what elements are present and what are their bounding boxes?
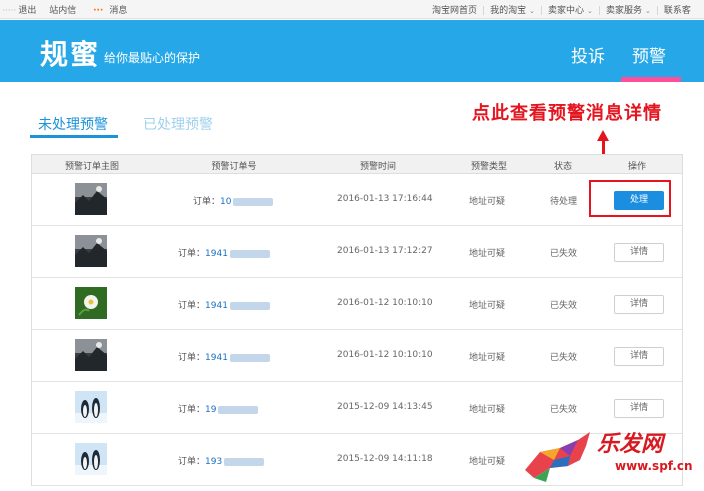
- order-number-cell: 订单：10: [193, 194, 274, 207]
- order-thumbnail[interactable]: [75, 287, 107, 319]
- warning-time: 2015-12-09 14:13:45: [337, 402, 433, 412]
- nav-warning[interactable]: 预警: [632, 42, 666, 67]
- brand-logo-text[interactable]: 规蜜: [40, 33, 100, 73]
- order-label: 订单：: [178, 405, 206, 415]
- warning-time: 2015-12-09 14:11:18: [337, 454, 433, 464]
- order-number-link[interactable]: 1941: [205, 301, 228, 311]
- masked-order-number: [224, 457, 265, 466]
- top-link-separator: |: [482, 6, 486, 16]
- order-number-link[interactable]: 19: [205, 405, 216, 415]
- annotation-text: 点此查看预警消息详情: [472, 103, 662, 124]
- top-link-separator: |: [539, 6, 543, 16]
- masked-order-number: [218, 405, 259, 414]
- order-thumbnail[interactable]: [75, 443, 107, 475]
- warning-type: 地址可疑: [469, 249, 506, 259]
- warning-time: 2016-01-12 10:10:10: [337, 350, 433, 360]
- table-row: 订单：1941 2016-01-12 10:10:10 地址可疑 已失效 详情: [32, 330, 682, 382]
- top-link-separator: |: [655, 6, 659, 16]
- warning-time: 2016-01-12 10:10:10: [337, 298, 433, 308]
- tab-processed[interactable]: 已处理预警: [143, 114, 213, 134]
- warning-status: 已失效: [550, 249, 578, 259]
- warning-status: 已失效: [550, 301, 578, 311]
- top-link-separator: |: [597, 6, 601, 16]
- logout-link[interactable]: 退出: [18, 6, 36, 16]
- details-button[interactable]: 详情: [614, 399, 664, 418]
- brand-slogan: 给你最贴心的保护: [104, 51, 201, 65]
- chevron-down-icon: ⌄: [587, 7, 593, 15]
- order-number-cell: 订单：1941: [178, 298, 270, 311]
- order-label: 订单：: [178, 249, 206, 259]
- order-thumbnail[interactable]: [75, 183, 107, 215]
- chevron-down-icon: ⌄: [529, 7, 535, 15]
- table-row: 订单：10 2016-01-13 17:16:44 地址可疑 待处理 处理: [32, 174, 682, 226]
- inbox-link[interactable]: 站内信: [49, 6, 76, 16]
- order-number-link[interactable]: 1941: [205, 249, 228, 259]
- order-number-link[interactable]: 1941: [205, 353, 228, 363]
- warning-time: 2016-01-13 17:16:44: [337, 194, 433, 204]
- username: ·····: [2, 6, 17, 16]
- tab-active-indicator: [30, 135, 118, 138]
- order-number-cell: 订单：1941: [178, 350, 270, 363]
- order-label: 订单：: [193, 197, 221, 207]
- nav-complain[interactable]: 投诉: [571, 42, 605, 67]
- order-number-cell: 订单：19: [178, 402, 259, 415]
- warning-status: 已失效: [550, 353, 578, 363]
- nav-active-indicator: [621, 77, 681, 82]
- warning-type: 地址可疑: [469, 301, 506, 311]
- col-header-time: 预警时间: [359, 162, 397, 172]
- warning-type: 地址可疑: [469, 197, 506, 207]
- top-link-0[interactable]: 淘宝网首页: [432, 6, 477, 16]
- top-links: 淘宝网首页 | 我的淘宝 ⌄ | 卖家中心 ⌄ | 卖家服务 ⌄ | 联系客: [432, 3, 691, 16]
- top-link-2[interactable]: 卖家中心: [548, 6, 584, 16]
- order-label: 订单：: [178, 301, 206, 311]
- masked-order-number: [229, 249, 270, 258]
- col-header-image: 预警订单主图: [64, 162, 120, 172]
- highlight-box: [589, 180, 671, 217]
- warning-type: 地址可疑: [469, 405, 506, 415]
- tab-unprocessed[interactable]: 未处理预警: [38, 114, 108, 134]
- top-link-3[interactable]: 卖家服务: [606, 6, 642, 16]
- order-thumbnail[interactable]: [75, 339, 107, 371]
- watermark-url: www.spf.cn: [615, 459, 693, 473]
- order-thumbnail[interactable]: [75, 391, 107, 423]
- col-header-action: 操作: [627, 162, 647, 172]
- order-label: 订单：: [178, 353, 206, 363]
- details-button[interactable]: 详情: [614, 295, 664, 314]
- masked-order-number: [229, 301, 270, 310]
- order-thumbnail[interactable]: [75, 235, 107, 267]
- top-utility-bar: ····· 退出 站内信 ··· 消息 淘宝网首页 | 我的淘宝 ⌄ | 卖家中心 ⌄ | 卖家服务…: [0, 0, 704, 19]
- warning-type: 地址可疑: [469, 353, 506, 363]
- table-row: 订单：19 2015-12-09 14:13:45 地址可疑 已失效 详情: [32, 382, 682, 434]
- table-header: 预警订单主图 预警订单号 预警时间 预警类型 状态 操作: [32, 155, 682, 174]
- masked-order-number: [233, 197, 274, 206]
- col-header-order: 预警订单号: [211, 162, 257, 172]
- details-button[interactable]: 详情: [614, 243, 664, 262]
- messages-link[interactable]: 消息: [109, 6, 127, 16]
- top-link-4[interactable]: 联系客: [664, 6, 691, 16]
- order-number-link[interactable]: 193: [205, 457, 222, 467]
- site-header: 规蜜 给你最贴心的保护 投诉 预警: [0, 20, 704, 82]
- warning-status: 已失效: [550, 405, 578, 415]
- order-number-link[interactable]: 10: [220, 197, 231, 207]
- warning-type: 地址可疑: [469, 457, 506, 467]
- details-button[interactable]: 详情: [614, 347, 664, 366]
- col-header-type: 预警类型: [470, 162, 508, 172]
- masked-order-number: [229, 353, 270, 362]
- warning-time: 2016-01-13 17:12:27: [337, 246, 433, 256]
- order-number-cell: 订单：193: [178, 454, 265, 467]
- watermark-title: 乐发网: [597, 432, 664, 457]
- order-number-cell: 订单：1941: [178, 246, 270, 259]
- col-header-status: 状态: [553, 162, 573, 172]
- messages-dots-icon: ···: [93, 6, 104, 16]
- top-link-1[interactable]: 我的淘宝: [490, 6, 526, 16]
- table-row: 订单：1941 2016-01-12 10:10:10 地址可疑 已失效 详情: [32, 278, 682, 330]
- table-row: 订单：1941 2016-01-13 17:12:27 地址可疑 已失效 详情: [32, 226, 682, 278]
- order-label: 订单：: [178, 457, 206, 467]
- bull-logo-icon: [525, 432, 590, 482]
- chevron-down-icon: ⌄: [644, 7, 651, 15]
- warning-status: 待处理: [550, 197, 578, 207]
